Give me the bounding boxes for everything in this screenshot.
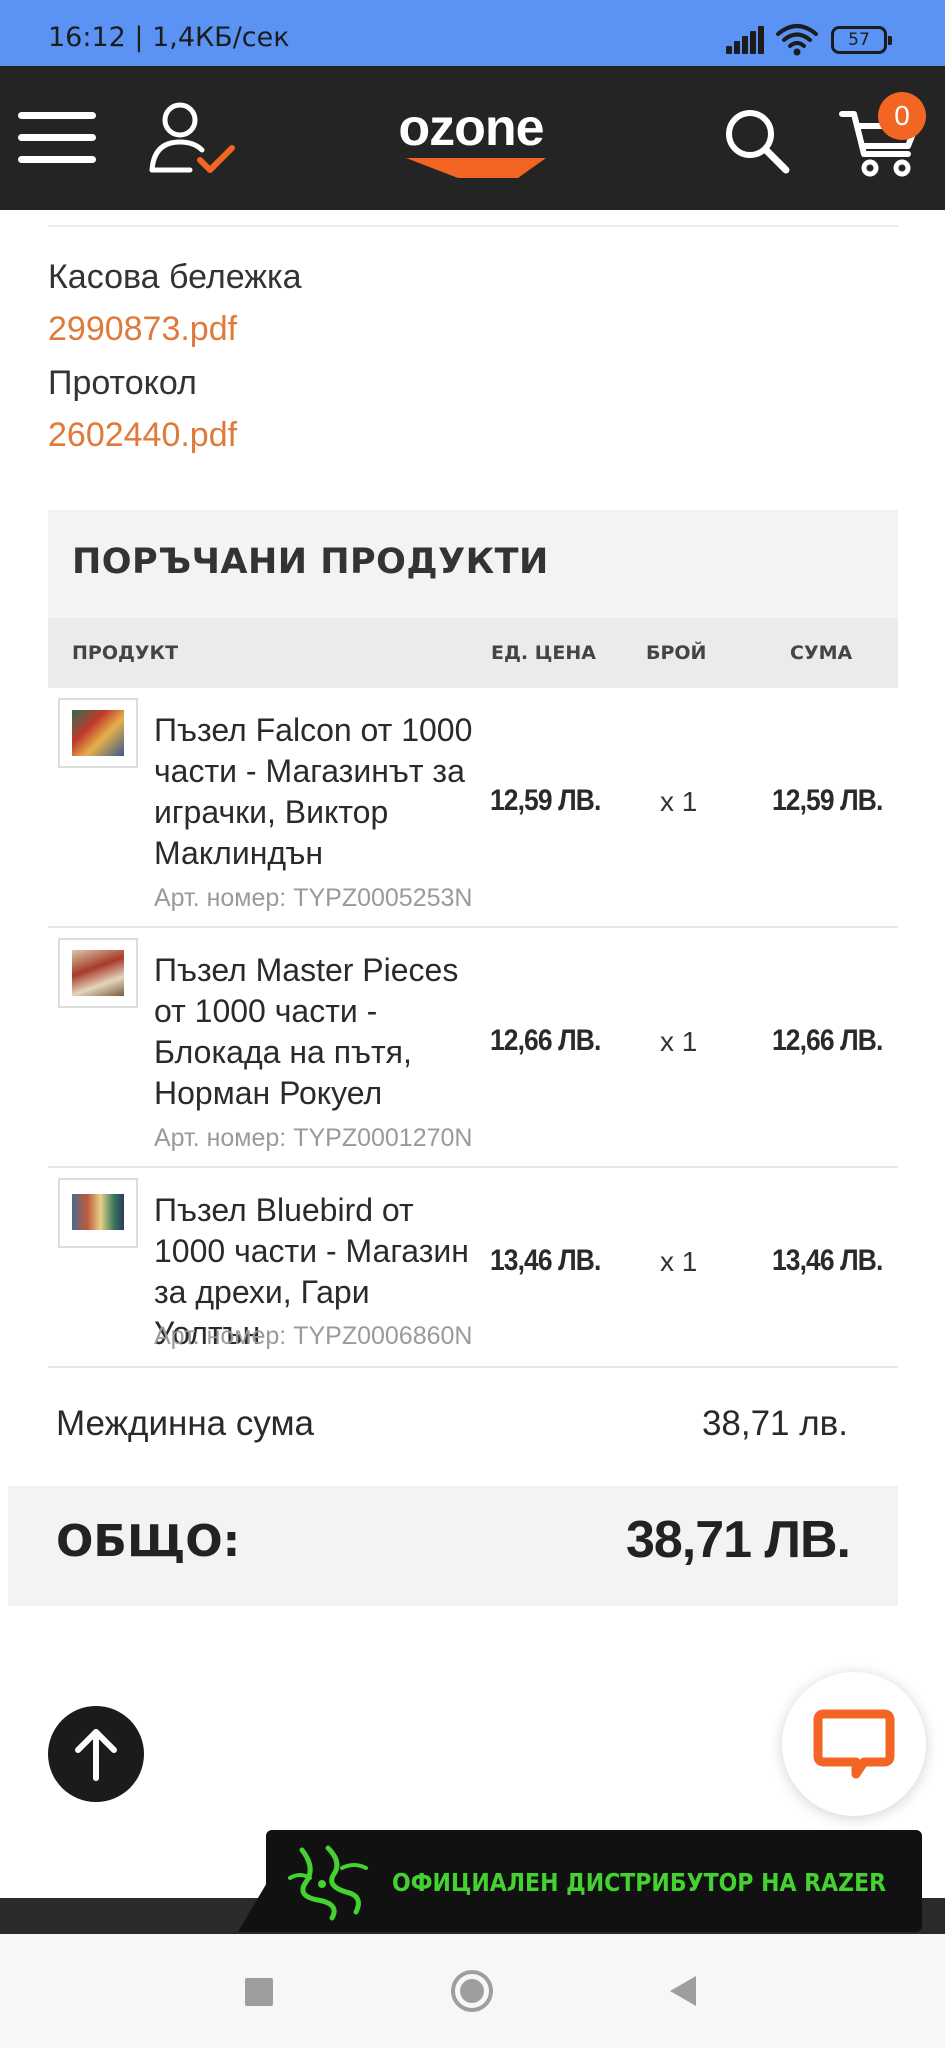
scroll-to-top-button[interactable]: [48, 1706, 144, 1802]
subtotal-value: 38,71 лв.: [701, 1404, 848, 1443]
grand-total-value: 38,71 ЛВ.: [625, 1511, 851, 1569]
signal-icon: [726, 26, 766, 54]
razer-banner-text: ОФИЦИАЛЕН ДИСТРИБУТОР НА RAZER: [392, 1868, 887, 1897]
arrow-up-icon: [75, 1729, 117, 1781]
back-button[interactable]: [668, 1974, 698, 2008]
quantity: x 1: [660, 786, 698, 817]
article-number: Арт. номер: TYPZ0006860N: [154, 1322, 473, 1350]
product-name-link[interactable]: Пъзел Falcon от 1000 части - Магазинът з…: [154, 710, 474, 874]
battery-level: 57: [848, 30, 870, 50]
unit-price: 12,59 ЛВ.: [490, 784, 601, 817]
razer-snake-icon: [288, 1845, 368, 1921]
product-name-link[interactable]: Пъзел Master Pieces от 1000 части - Блок…: [154, 950, 474, 1114]
protocol-pdf-link[interactable]: 2602440.pdf: [48, 416, 237, 455]
quantity: x 1: [660, 1246, 698, 1277]
column-sum: СУМА: [790, 642, 853, 664]
live-chat-button[interactable]: [782, 1672, 926, 1816]
razer-distributor-banner[interactable]: ОФИЦИАЛЕН ДИСТРИБУТОР НА RAZER: [266, 1830, 922, 1932]
receipt-pdf-link[interactable]: 2990873.pdf: [48, 310, 237, 349]
protocol-label: Протокол: [48, 364, 197, 402]
line-total: 12,59 ЛВ.: [772, 784, 883, 817]
panel-header: ПОРЪЧАНИ ПРОДУКТИ: [48, 510, 898, 618]
logo-text: ozone: [398, 99, 544, 157]
table-header: ПРОДУКТ ЕД. ЦЕНА БРОЙ СУМА: [48, 618, 898, 688]
chat-bubble-icon: [813, 1709, 895, 1779]
system-nav-bar: [0, 1934, 945, 2048]
wifi-icon: [776, 24, 818, 56]
table-row: Пъзел Master Pieces от 1000 части - Блок…: [48, 928, 898, 1168]
quantity: x 1: [660, 1026, 698, 1057]
recent-apps-button[interactable]: [245, 1978, 273, 2006]
table-row: Пъзел Falcon от 1000 части - Магазинът з…: [48, 688, 898, 928]
column-unit-price: ЕД. ЦЕНА: [491, 642, 596, 664]
battery-icon: 57: [831, 26, 892, 54]
unit-price: 12,66 ЛВ.: [490, 1024, 601, 1057]
divider: [48, 225, 898, 227]
product-thumbnail[interactable]: [58, 938, 138, 1008]
cart-count-badge: 0: [878, 92, 926, 140]
unit-price: 13,46 ЛВ.: [490, 1244, 601, 1277]
line-total: 13,46 ЛВ.: [772, 1244, 883, 1277]
status-bar: 16:12 | 1,4КБ/сек 57: [0, 0, 945, 66]
column-product: ПРОДУКТ: [72, 642, 179, 664]
menu-icon[interactable]: [18, 108, 96, 166]
product-thumbnail[interactable]: [58, 698, 138, 768]
status-time: 16:12 | 1,4КБ/сек: [48, 22, 290, 53]
user-check-icon[interactable]: [146, 100, 238, 180]
table-row: Пъзел Bluebird от 1000 части - Магазин з…: [48, 1168, 898, 1368]
search-icon[interactable]: [722, 106, 792, 176]
line-total: 12,66 ЛВ.: [772, 1024, 883, 1057]
home-button[interactable]: [449, 1968, 495, 2014]
product-thumbnail[interactable]: [58, 1178, 138, 1248]
column-qty: БРОЙ: [646, 642, 707, 664]
panel-title: ПОРЪЧАНИ ПРОДУКТИ: [72, 542, 549, 582]
grand-total-row: ОБЩО: 38,71 ЛВ.: [8, 1486, 898, 1606]
grand-total-label: ОБЩО:: [56, 1516, 241, 1567]
article-number: Арт. номер: TYPZ0001270N: [154, 1124, 473, 1152]
ordered-products-panel: ПОРЪЧАНИ ПРОДУКТИ ПРОДУКТ ЕД. ЦЕНА БРОЙ …: [48, 510, 898, 1368]
ozone-logo[interactable]: ozone: [376, 100, 566, 180]
receipt-label: Касова бележка: [48, 258, 302, 296]
logo-swoosh-icon: [406, 158, 546, 178]
article-number: Арт. номер: TYPZ0005253N: [154, 884, 473, 912]
subtotal-label: Междинна сума: [56, 1404, 314, 1443]
site-header: ozone 0: [0, 66, 945, 210]
